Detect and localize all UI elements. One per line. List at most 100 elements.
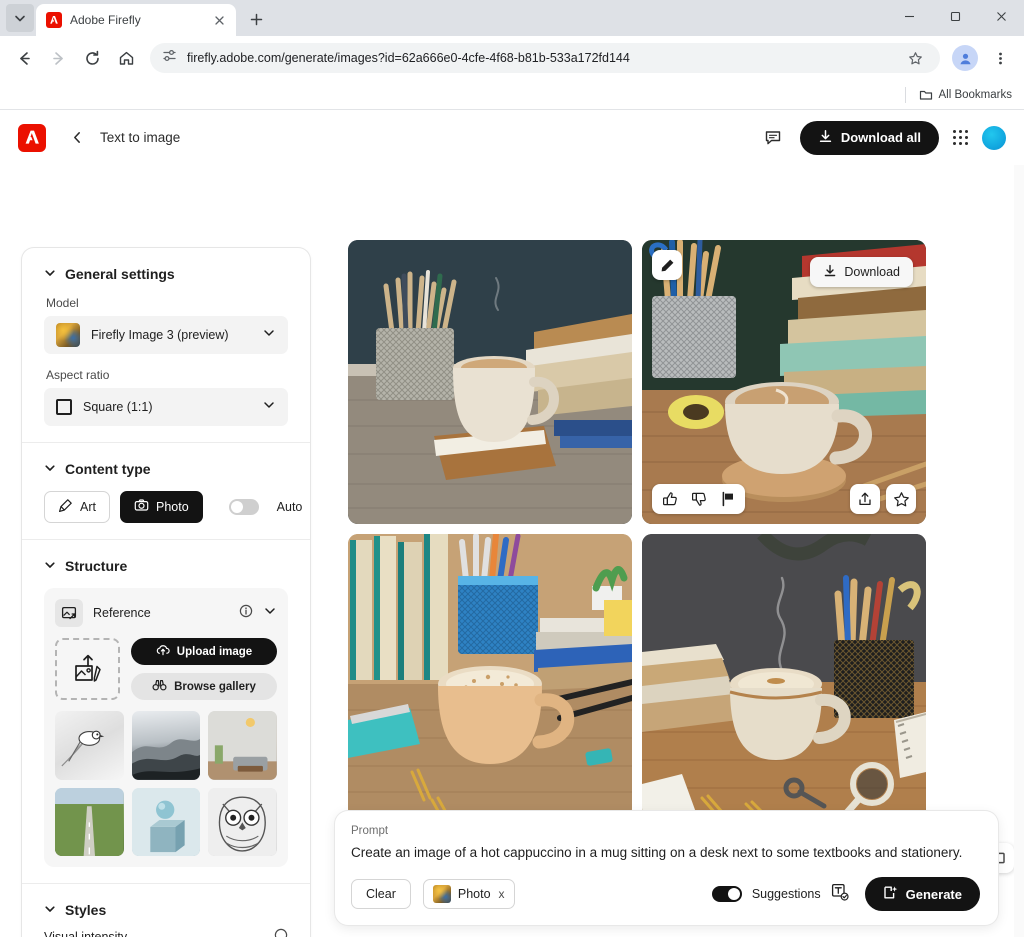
result-image-4[interactable] xyxy=(642,534,926,818)
flag-icon[interactable] xyxy=(714,486,741,512)
model-label: Model xyxy=(46,296,79,310)
prompt-right-controls: Suggestions Generate xyxy=(696,877,980,911)
all-bookmarks-button[interactable]: All Bookmarks xyxy=(919,88,1013,102)
suggestions-label: Suggestions xyxy=(751,887,821,901)
browse-gallery-button[interactable]: Browse gallery xyxy=(131,673,277,700)
prompt-controls: Clear Photo x Suggestions Generate xyxy=(351,877,980,911)
close-window-button[interactable] xyxy=(978,0,1024,32)
chevron-down-icon xyxy=(262,398,276,417)
site-settings-icon[interactable] xyxy=(162,48,177,68)
download-image-button[interactable]: Download xyxy=(810,257,913,287)
thumbs-up-icon[interactable] xyxy=(656,486,683,512)
edit-image-button[interactable] xyxy=(652,250,682,280)
chevron-down-icon[interactable] xyxy=(263,604,277,623)
content-type-title: Content type xyxy=(65,461,151,477)
result-image-2[interactable]: Download xyxy=(642,240,926,524)
reference-thumbnail[interactable] xyxy=(131,787,201,857)
app-header: Text to image Download all xyxy=(0,110,1024,165)
cloud-upload-icon xyxy=(156,643,170,660)
chrome-menu-button[interactable] xyxy=(984,42,1016,74)
generate-sparkle-icon xyxy=(883,885,898,903)
photo-chip[interactable]: Photo x xyxy=(422,879,515,909)
general-settings-title: General settings xyxy=(65,266,175,282)
styles-title: Styles xyxy=(65,902,107,919)
auto-label: Auto xyxy=(276,500,303,514)
new-tab-button[interactable] xyxy=(242,5,270,33)
download-icon xyxy=(823,264,837,281)
binoculars-icon xyxy=(152,678,167,695)
model-select[interactable]: Firefly Image 3 (preview) xyxy=(44,316,288,354)
content-type-art-button[interactable]: Art xyxy=(44,491,110,523)
address-bar[interactable]: firefly.adobe.com/generate/images?id=62a… xyxy=(150,43,940,73)
content-type-photo-button[interactable]: Photo xyxy=(119,491,203,523)
image-dropzone[interactable] xyxy=(55,638,120,700)
reference-thumbnail[interactable] xyxy=(55,711,124,780)
divider xyxy=(904,86,906,103)
section-content-type: Content type Art Photo Auto xyxy=(22,443,310,540)
feedback-icon[interactable] xyxy=(760,125,786,151)
star-icon[interactable] xyxy=(886,484,916,514)
upload-image-label: Upload image xyxy=(176,645,253,658)
header-actions: Download all xyxy=(760,120,1006,155)
bookmarks-bar: All Bookmarks xyxy=(0,80,1024,110)
download-icon xyxy=(818,129,833,147)
minimize-button[interactable] xyxy=(886,0,932,32)
back-button[interactable] xyxy=(8,42,40,74)
prompt-input[interactable]: Create an image of a hot cappuccino in a… xyxy=(351,845,980,860)
bookmark-star-icon[interactable] xyxy=(902,45,928,71)
scroll-gutter[interactable] xyxy=(1014,165,1024,937)
reload-button[interactable] xyxy=(76,42,108,74)
text-suggestion-icon[interactable] xyxy=(831,883,849,906)
result-image-1[interactable] xyxy=(348,240,632,524)
generate-button[interactable]: Generate xyxy=(864,877,980,911)
styles-header[interactable]: Styles xyxy=(44,902,288,918)
forward-button[interactable] xyxy=(42,42,74,74)
reference-thumbnail[interactable] xyxy=(131,711,201,780)
square-ratio-icon xyxy=(56,399,72,415)
reference-thumbnail[interactable] xyxy=(208,711,277,780)
structure-title: Structure xyxy=(65,558,128,574)
reference-thumbnail[interactable] xyxy=(208,787,277,857)
download-all-button[interactable]: Download all xyxy=(799,120,939,155)
reference-image-icon xyxy=(55,599,83,627)
auto-toggle[interactable] xyxy=(228,499,259,515)
prompt-bar: Prompt Create an image of a hot cappucci… xyxy=(335,811,998,925)
remove-chip-icon[interactable]: x xyxy=(499,887,505,901)
settings-sidebar: General settings Model Firefly Image 3 (… xyxy=(22,248,310,937)
browser-tab[interactable]: Adobe Firefly xyxy=(36,4,236,36)
all-bookmarks-label: All Bookmarks xyxy=(938,88,1013,101)
reference-row[interactable]: Reference xyxy=(55,599,277,627)
reference-label: Reference xyxy=(93,606,151,620)
general-settings-header[interactable]: General settings xyxy=(44,266,288,282)
chrome-profile-avatar[interactable] xyxy=(952,45,978,71)
aspect-ratio-select[interactable]: Square (1:1) xyxy=(44,388,288,426)
chevron-down-icon xyxy=(262,326,276,345)
reference-thumbnail-grid xyxy=(55,711,277,857)
suggestions-toggle[interactable] xyxy=(711,886,742,902)
reference-thumbnail[interactable] xyxy=(55,787,124,857)
model-value: Firefly Image 3 (preview) xyxy=(91,328,229,342)
section-general-settings: General settings Model Firefly Image 3 (… xyxy=(22,248,310,443)
info-icon[interactable] xyxy=(239,604,253,623)
app-grid-icon[interactable] xyxy=(953,130,968,145)
back-navigation-icon[interactable] xyxy=(66,127,88,149)
structure-header[interactable]: Structure xyxy=(44,558,288,574)
window-controls xyxy=(886,0,1024,32)
tab-search-chevron-icon[interactable] xyxy=(6,4,34,32)
close-icon[interactable] xyxy=(210,11,228,29)
visual-intensity-row: Visual intensity xyxy=(44,928,288,937)
home-button[interactable] xyxy=(110,42,142,74)
clear-button[interactable]: Clear xyxy=(351,879,411,909)
avatar[interactable] xyxy=(982,125,1006,150)
upload-image-button[interactable]: Upload image xyxy=(131,638,277,665)
share-icon[interactable] xyxy=(850,484,880,514)
result-image-3[interactable] xyxy=(348,534,632,818)
content-type-header[interactable]: Content type xyxy=(44,461,288,477)
visual-intensity-label: Visual intensity xyxy=(44,929,128,937)
thumbs-down-icon[interactable] xyxy=(685,486,712,512)
adobe-logo[interactable] xyxy=(18,123,46,152)
info-icon[interactable] xyxy=(274,928,288,937)
photo-label: Photo xyxy=(155,500,189,514)
adobe-firefly-favicon xyxy=(46,12,62,28)
maximize-button[interactable] xyxy=(932,0,978,32)
